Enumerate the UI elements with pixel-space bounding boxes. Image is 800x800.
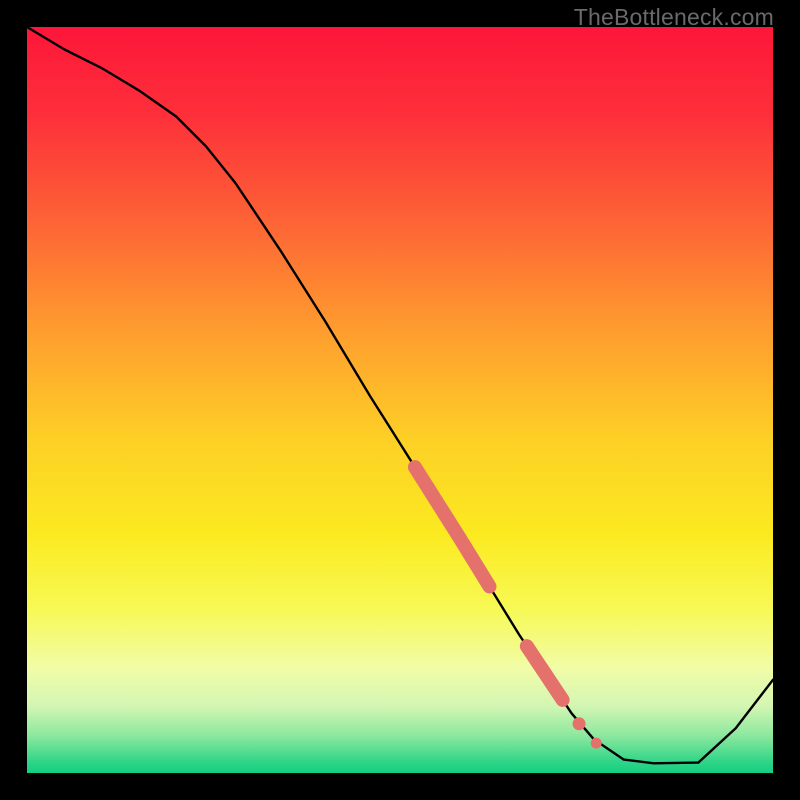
plot-area — [27, 27, 773, 773]
watermark-text: TheBottleneck.com — [574, 4, 774, 31]
marker-dot — [573, 717, 586, 730]
chart-frame: TheBottleneck.com — [0, 0, 800, 800]
marker-dot — [591, 738, 602, 749]
gradient-background — [27, 27, 773, 773]
chart-svg — [27, 27, 773, 773]
